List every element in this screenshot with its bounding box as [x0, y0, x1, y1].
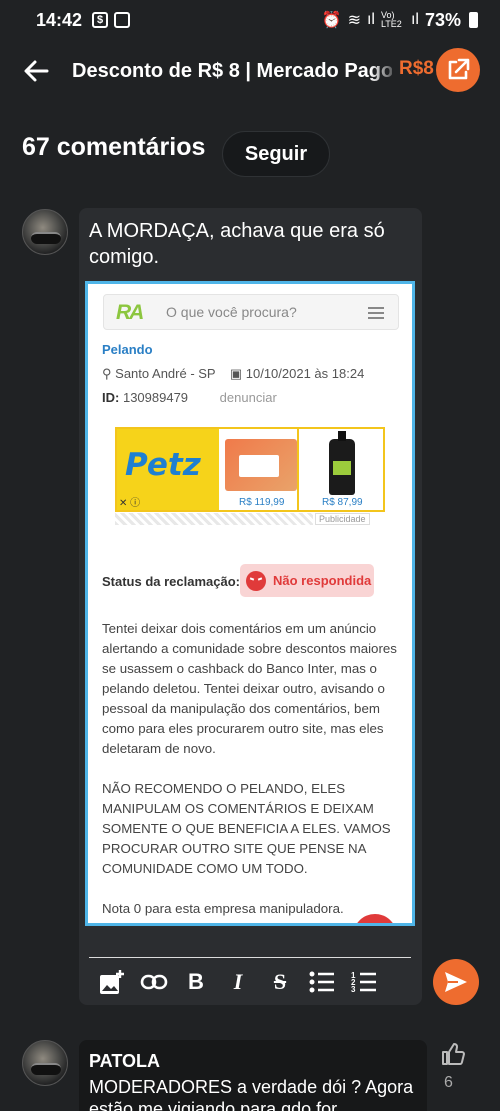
dollar-notification-icon: $: [92, 12, 109, 28]
signal2-icon: ıl: [410, 11, 419, 28]
comment-text[interactable]: A MORDAÇA, achava que era só comigo.: [89, 218, 409, 270]
open-deal-button[interactable]: [436, 48, 480, 92]
status-value: Não respondida: [273, 573, 372, 588]
thumbs-up-icon: [442, 1043, 465, 1065]
ad-product-1: R$ 119,99: [219, 429, 299, 510]
menu-icon: [368, 307, 384, 322]
id-label: ID:: [102, 390, 120, 405]
status-badge: Não respondida: [240, 564, 374, 597]
comment-author[interactable]: PATOLA: [89, 1051, 160, 1072]
ad-brand-block: Petz ✕ ⓘ: [117, 429, 219, 510]
company-name: Pelando: [102, 342, 153, 357]
avatar-image: [31, 1063, 61, 1075]
complaint-paragraph-3: Nota 0 para esta empresa manipuladora.: [102, 901, 344, 916]
ra-search-placeholder: O que você procura?: [166, 304, 297, 320]
format-toolbar: B I S 123: [91, 966, 391, 998]
calendar-icon: ▣: [229, 366, 243, 381]
signal-icon: ıl: [366, 11, 375, 28]
product-box-image: [225, 439, 297, 491]
ad-close-icon: ✕ ⓘ: [119, 498, 141, 509]
app-bar: Desconto de R$ 8 | Mercado Pago R$8: [0, 40, 500, 102]
report-link: denunciar: [219, 390, 277, 405]
ad-banner: Petz ✕ ⓘ R$ 119,99 R$ 87,99: [115, 427, 385, 512]
italic-icon: I: [233, 969, 243, 994]
deal-price: R$8: [399, 58, 434, 79]
image-notification-icon: [114, 12, 131, 28]
complaint-meta: ⚲ Santo André - SP ▣ 10/10/2021 às 18:24: [102, 366, 364, 382]
bullet-list-button[interactable]: [301, 966, 343, 998]
like-count: 6: [444, 1074, 453, 1091]
alarm-icon: ⏰: [321, 12, 342, 29]
numbered-list-button[interactable]: 123: [343, 966, 385, 998]
ad-price-2: R$ 87,99: [322, 497, 363, 508]
add-image-icon: [100, 970, 124, 994]
bold-icon: B: [188, 969, 204, 994]
strikethrough-button[interactable]: S: [259, 966, 301, 998]
complaint-text: Tentei deixar dois comentários em um anú…: [102, 619, 404, 923]
wifi-icon: ≋: [347, 12, 361, 29]
complaint-location: Santo André - SP: [115, 366, 216, 381]
external-link-icon: [448, 58, 470, 80]
comments-count: 67 comentários: [22, 133, 206, 161]
avatar[interactable]: [22, 1040, 68, 1086]
ra-search-bar: RA O que você procura?: [103, 294, 399, 330]
ad-price-1: R$ 119,99: [239, 497, 285, 508]
complaint-id-row: ID: 130989479 denunciar: [102, 390, 277, 405]
bullet-list-icon: [309, 971, 334, 993]
complaint-paragraph-2: NÃO RECOMENDO O PELANDO, ELES MANIPULAM …: [102, 781, 391, 876]
page-title: Desconto de R$ 8 | Mercado Pago: [72, 59, 392, 82]
italic-button[interactable]: I: [217, 966, 259, 998]
strikethrough-icon: S: [273, 969, 287, 994]
avatar-image: [31, 232, 61, 244]
insert-image-button[interactable]: [91, 966, 133, 998]
comment-card: PATOLA MODERADORES a verdade dói ? Agora…: [79, 1040, 427, 1111]
link-icon: [140, 974, 168, 990]
numbered-list-icon: 123: [351, 971, 376, 993]
comment-body: MODERADORES a verdade dói ? Agora estão …: [89, 1077, 414, 1111]
clock: 14:42: [36, 9, 83, 30]
product-bottle-image: [329, 431, 355, 495]
battery-percent: 73%: [424, 9, 461, 30]
send-button[interactable]: [433, 959, 479, 1005]
ad-product-2: R$ 87,99: [299, 429, 383, 510]
complaint-datetime: 10/10/2021 às 18:24: [245, 366, 365, 381]
back-button[interactable]: [0, 40, 72, 102]
ad-brand: Petz: [125, 447, 201, 483]
arrow-left-icon: [24, 60, 49, 82]
complaint-id: 130989479: [122, 390, 189, 405]
insert-link-button[interactable]: [133, 966, 175, 998]
battery-icon: [469, 12, 478, 28]
bold-button[interactable]: B: [175, 966, 217, 998]
attached-image[interactable]: RA O que você procura? Pelando ⚲ Santo A…: [85, 281, 415, 926]
send-icon: [445, 972, 467, 992]
complaint-paragraph-1: Tentei deixar dois comentários em um anú…: [102, 621, 397, 756]
status-right: ⏰ ≋ ıl Vo) LTE2 ıl 73%: [322, 10, 478, 31]
ra-logo: RA: [116, 301, 144, 324]
status-bar: 14:42 $ ⏰ ≋ ıl Vo) LTE2 ıl 73%: [0, 0, 500, 40]
editor-divider: [89, 957, 411, 958]
avatar[interactable]: [22, 209, 68, 255]
angry-face-icon: [246, 570, 266, 591]
location-pin-icon: ⚲: [102, 366, 112, 381]
follow-button[interactable]: Seguir: [222, 131, 330, 177]
ad-label: Publicidade: [315, 513, 370, 525]
status-label: Status da reclamação:: [102, 574, 241, 589]
ad-stripes: [115, 513, 313, 525]
title-fade: [370, 40, 400, 102]
network-label: Vo) LTE2: [380, 10, 402, 29]
svg-text:3: 3: [351, 985, 356, 993]
like-button[interactable]: [440, 1042, 466, 1071]
